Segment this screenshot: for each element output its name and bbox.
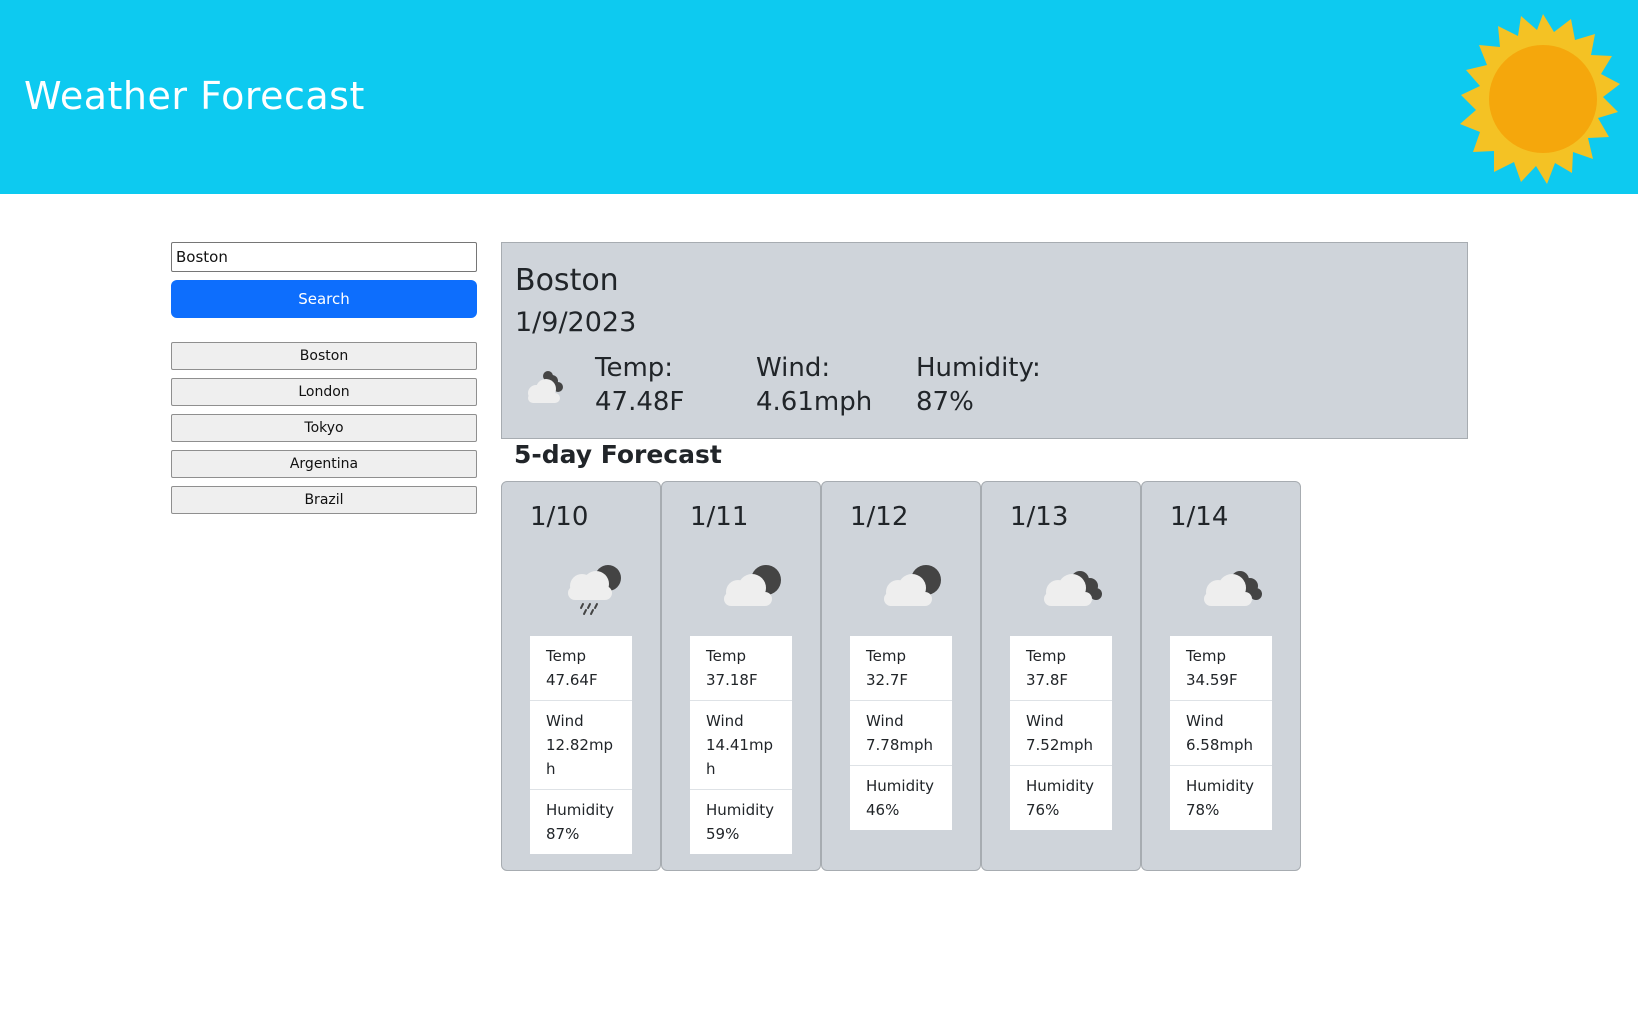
forecast-details: Temp 37.18F Wind 14.41mph Humidity 59% xyxy=(690,636,792,854)
forecast-card: 1/11 Temp 37.18F Wind 14.41mph Humidity 59% xyxy=(661,481,821,871)
forecast-humidity: Humidity 76% xyxy=(1010,766,1112,830)
sun-icon xyxy=(1460,14,1620,184)
current-temp: Temp: 47.48F xyxy=(595,351,684,419)
current-date: 1/9/2023 xyxy=(515,307,637,338)
forecast-card: 1/14 Temp 34.59F Wind 6.58mph Humidity 78% xyxy=(1141,481,1301,871)
forecast-wind: Wind 7.78mph xyxy=(850,701,952,766)
forecast-wind: Wind 12.82mph xyxy=(530,701,632,790)
forecast-card: 1/10 Temp 47.64F Wind 12.82mph Humidity 87% xyxy=(501,481,661,871)
partly-cloudy-night-icon xyxy=(884,565,941,606)
wind-value: 14.41mph xyxy=(706,736,774,778)
wind-value: 7.78mph xyxy=(866,736,934,754)
forecast-cards: 1/10 Temp 47.64F Wind 12.82mph Humidity 87%… xyxy=(501,481,1301,871)
humidity-value: 46% xyxy=(866,801,900,819)
forecast-temp: Temp 47.64F xyxy=(530,636,632,701)
forecast-date: 1/13 xyxy=(1010,502,1069,532)
forecast-title: 5-day Forecast xyxy=(514,440,722,469)
search-input[interactable] xyxy=(171,242,477,272)
temp-value: 47.64F xyxy=(546,671,598,689)
forecast-date: 1/12 xyxy=(850,502,909,532)
humidity-label: Humidity xyxy=(1186,777,1255,795)
wind-label: Wind xyxy=(546,712,584,730)
current-humidity: Humidity: 87% xyxy=(916,351,1041,419)
forecast-details: Temp 37.8F Wind 7.52mph Humidity 76% xyxy=(1010,636,1112,830)
current-city: Boston xyxy=(515,263,619,298)
cloud-night-icon xyxy=(528,371,563,403)
forecast-date: 1/14 xyxy=(1170,502,1229,532)
history-item-button[interactable]: Brazil xyxy=(171,486,477,514)
temp-label: Temp: xyxy=(595,353,674,383)
forecast-humidity: Humidity 46% xyxy=(850,766,952,830)
forecast-temp: Temp 37.8F xyxy=(1010,636,1112,701)
history-item-button[interactable]: London xyxy=(171,378,477,406)
forecast-details: Temp 47.64F Wind 12.82mph Humidity 87% xyxy=(530,636,632,854)
temp-value: 34.59F xyxy=(1186,671,1238,689)
current-weather-panel: Boston 1/9/2023 Temp: 47.48F Wind: 4.61m… xyxy=(501,242,1468,439)
history-item-button[interactable]: Boston xyxy=(171,342,477,370)
forecast-temp: Temp 32.7F xyxy=(850,636,952,701)
humidity-value: 76% xyxy=(1026,801,1060,819)
wind-label: Wind xyxy=(866,712,904,730)
wind-label: Wind xyxy=(706,712,744,730)
forecast-details: Temp 32.7F Wind 7.78mph Humidity 46% xyxy=(850,636,952,830)
current-wind: Wind: 4.61mph xyxy=(756,351,872,419)
rain-night-icon xyxy=(568,565,621,615)
temp-value: 32.7F xyxy=(866,671,909,689)
humidity-value: 87% xyxy=(916,387,974,417)
temp-value: 37.18F xyxy=(706,671,758,689)
search-button[interactable]: Search xyxy=(171,280,477,318)
humidity-label: Humidity xyxy=(706,801,775,819)
wind-label: Wind xyxy=(1026,712,1064,730)
forecast-humidity: Humidity 59% xyxy=(690,790,792,854)
history-item-button[interactable]: Tokyo xyxy=(171,414,477,442)
search-history: Boston London Tokyo Argentina Brazil xyxy=(171,342,477,522)
forecast-details: Temp 34.59F Wind 6.58mph Humidity 78% xyxy=(1170,636,1272,830)
wind-value: 6.58mph xyxy=(1186,736,1254,754)
temp-label: Temp xyxy=(546,647,586,665)
humidity-label: Humidity xyxy=(1026,777,1095,795)
cloudy-night-icon xyxy=(1044,571,1102,606)
wind-label: Wind: xyxy=(756,353,831,383)
forecast-temp: Temp 37.18F xyxy=(690,636,792,701)
humidity-label: Humidity xyxy=(866,777,935,795)
forecast-card: 1/13 Temp 37.8F Wind 7.52mph Humidity 76% xyxy=(981,481,1141,871)
forecast-wind: Wind 7.52mph xyxy=(1010,701,1112,766)
forecast-card: 1/12 Temp 32.7F Wind 7.78mph Humidity 46% xyxy=(821,481,981,871)
partly-cloudy-night-icon xyxy=(724,565,781,606)
wind-value: 7.52mph xyxy=(1026,736,1094,754)
humidity-value: 87% xyxy=(546,825,580,843)
wind-value: 12.82mph xyxy=(546,736,614,778)
history-item-button[interactable]: Argentina xyxy=(171,450,477,478)
humidity-value: 59% xyxy=(706,825,740,843)
page-header: Weather Forecast xyxy=(0,0,1638,194)
forecast-temp: Temp 34.59F xyxy=(1170,636,1272,701)
humidity-label: Humidity: xyxy=(916,353,1041,383)
temp-label: Temp xyxy=(1026,647,1066,665)
forecast-wind: Wind 6.58mph xyxy=(1170,701,1272,766)
forecast-date: 1/11 xyxy=(690,502,749,532)
temp-value: 47.48F xyxy=(595,387,685,417)
humidity-label: Humidity xyxy=(546,801,615,819)
wind-value: 4.61mph xyxy=(756,387,873,417)
forecast-wind: Wind 14.41mph xyxy=(690,701,792,790)
forecast-humidity: Humidity 87% xyxy=(530,790,632,854)
wind-label: Wind xyxy=(1186,712,1224,730)
page-title: Weather Forecast xyxy=(24,74,365,118)
forecast-humidity: Humidity 78% xyxy=(1170,766,1272,830)
humidity-value: 78% xyxy=(1186,801,1220,819)
cloudy-night-icon xyxy=(1204,571,1262,606)
temp-label: Temp xyxy=(1186,647,1226,665)
temp-label: Temp xyxy=(706,647,746,665)
temp-value: 37.8F xyxy=(1026,671,1069,689)
temp-label: Temp xyxy=(866,647,906,665)
forecast-date: 1/10 xyxy=(530,502,589,532)
